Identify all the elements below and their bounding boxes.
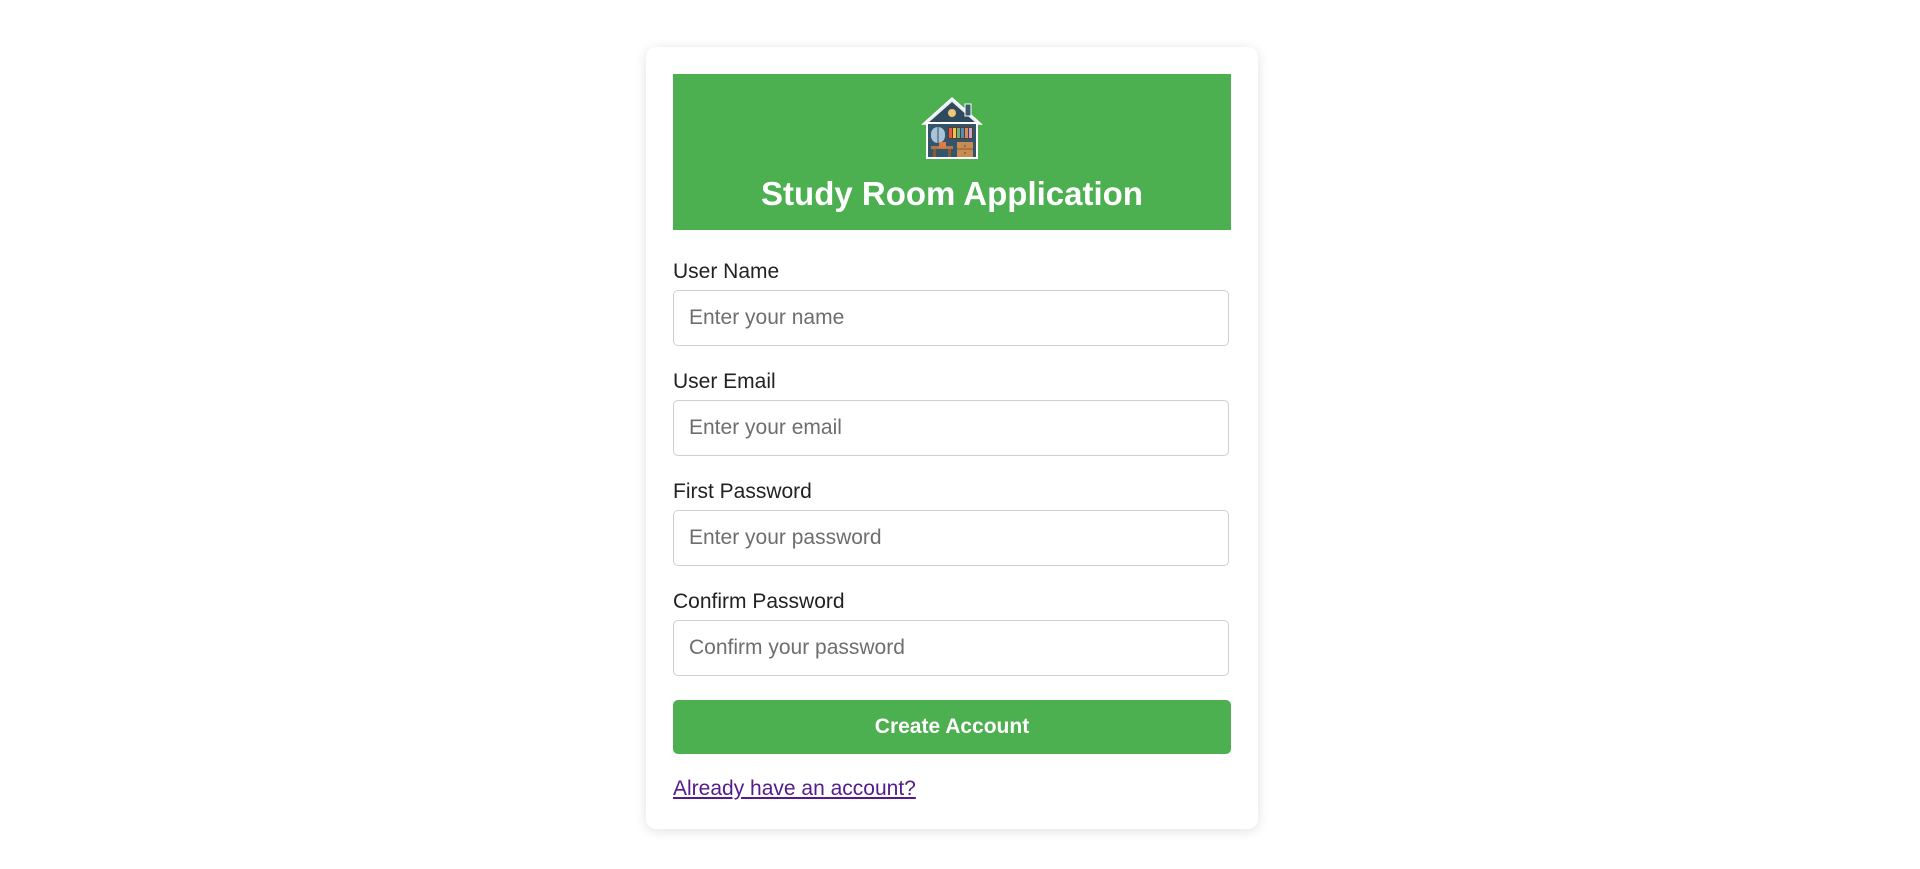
app-header: Study Room Application <box>673 74 1231 230</box>
confirm-password-label: Confirm Password <box>673 590 845 613</box>
confirm-password-input[interactable] <box>673 620 1229 676</box>
user-name-input[interactable] <box>673 290 1229 346</box>
page-title: Study Room Application <box>761 175 1143 212</box>
signup-card: Study Room Application User Name User Em… <box>646 47 1258 829</box>
create-account-button[interactable]: Create Account <box>673 700 1231 754</box>
login-link[interactable]: Already have an account? <box>673 777 916 801</box>
house-icon <box>921 96 983 159</box>
first-password-label: First Password <box>673 480 812 503</box>
first-password-input[interactable] <box>673 510 1229 566</box>
user-email-label: User Email <box>673 370 776 393</box>
user-email-input[interactable] <box>673 400 1229 456</box>
user-name-label: User Name <box>673 260 780 283</box>
